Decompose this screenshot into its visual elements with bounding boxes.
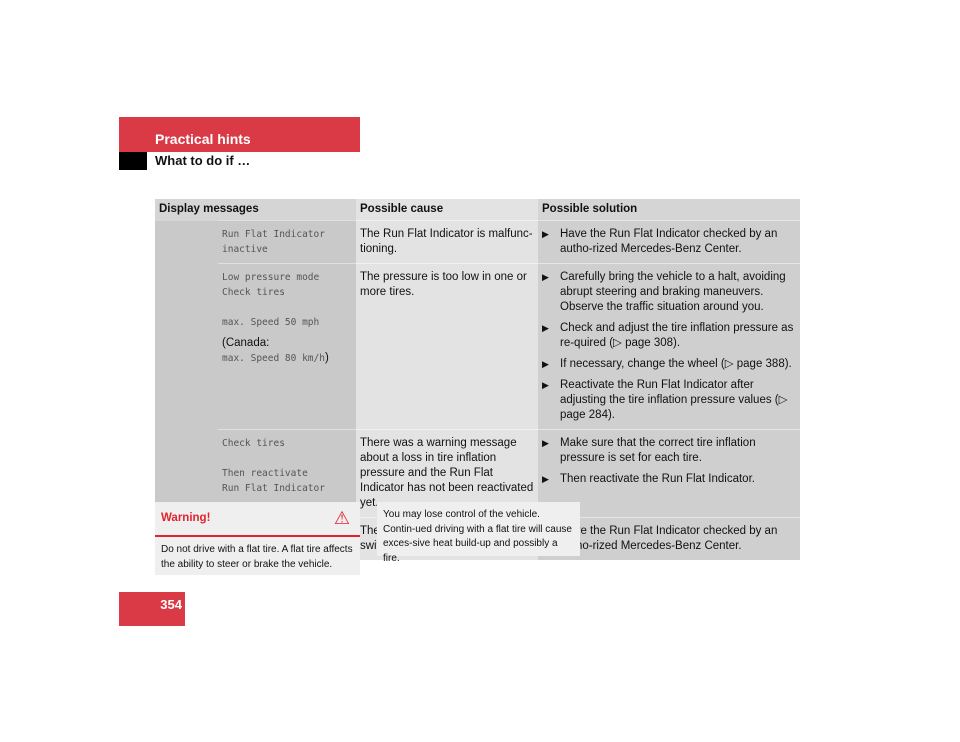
display-message-line: max. Speed 50 mph: [222, 317, 320, 328]
solution-item: ▶ Then reactivate the Run Flat Indicator.: [542, 473, 755, 485]
display-message-line: Run Flat Indicator: [222, 229, 325, 240]
warning-title: Warning!: [161, 512, 211, 524]
display-message-line: Check tires: [222, 438, 285, 449]
section-header: Practical hints: [119, 117, 360, 152]
cause-cell: The pressure is too low in one or more t…: [356, 263, 538, 430]
solution-item: ▶ Check and adjust the tire inflation pre…: [542, 322, 794, 349]
col-header: Possible solution: [538, 199, 800, 221]
solution-cell: ▶Have the Run Flat Indicator checked by …: [538, 220, 800, 264]
col-header: Possible cause: [356, 199, 538, 221]
bullet-arrow-icon: ▶: [542, 380, 549, 390]
col-header: Display messages: [155, 199, 356, 221]
bullet-arrow-icon: ▶: [542, 272, 549, 282]
table-row: Low pressure mode Check tires max. Speed 5…: [155, 263, 800, 430]
warning-triangle-icon: ⚠: [333, 508, 350, 528]
solution-item: ▶ Reactivate the Run Flat Indicator after…: [542, 379, 788, 421]
solution-item: ▶ If necessary, change the wheel (▷ page …: [542, 358, 792, 370]
section-title: Practical hints: [155, 131, 251, 147]
warning-text: Do not drive with a flat tire. A flat ti…: [161, 544, 353, 570]
row-margin: [155, 220, 218, 264]
bullet-arrow-icon: ▶: [542, 474, 549, 484]
solution-item: ▶Have the Run Flat Indicator checked by …: [542, 228, 778, 255]
bullet-arrow-icon: ▶: [542, 323, 549, 333]
note-box: You may lose control of the vehicle. Con…: [377, 502, 580, 564]
solution-item: ▶ Make sure that the correct tire inflati…: [542, 437, 756, 464]
bullet-arrow-icon: ▶: [542, 438, 549, 448]
solution-cell: ▶ Carefully bring the vehicle to a halt, …: [538, 263, 800, 430]
divider: [155, 535, 360, 537]
cause-cell: The Run Flat Indicator is malfunc-tionin…: [356, 220, 538, 264]
display-message-cell: Run Flat Indicator inactive: [218, 220, 356, 264]
section-marker: [119, 152, 147, 170]
display-message-line: Low pressure mode: [222, 272, 320, 283]
display-message-line: Then reactivate: [222, 468, 308, 479]
page-subtitle: What to do if …: [155, 153, 251, 168]
warning-box: Warning! ⚠ Do not drive with a flat tire…: [155, 502, 360, 575]
solution-item: ▶ Carefully bring the vehicle to a halt, …: [542, 271, 786, 313]
bullet-arrow-icon: ▶: [542, 359, 549, 369]
canada-note: (Canada: max. Speed 80 km/h): [222, 337, 329, 364]
row-margin: [155, 263, 218, 430]
display-message-line: inactive: [222, 244, 268, 255]
display-message-cell: Low pressure mode Check tires max. Speed 5…: [218, 263, 356, 430]
page-number: 354: [119, 592, 185, 626]
display-message-line: Run Flat Indicator: [222, 483, 325, 494]
table-row: Run Flat Indicator inactive The Run Flat I…: [155, 220, 800, 264]
bullet-arrow-icon: ▶: [542, 229, 549, 239]
display-message-line: Check tires: [222, 287, 285, 298]
solution-item: ▶Have the Run Flat Indicator checked by …: [542, 524, 796, 554]
